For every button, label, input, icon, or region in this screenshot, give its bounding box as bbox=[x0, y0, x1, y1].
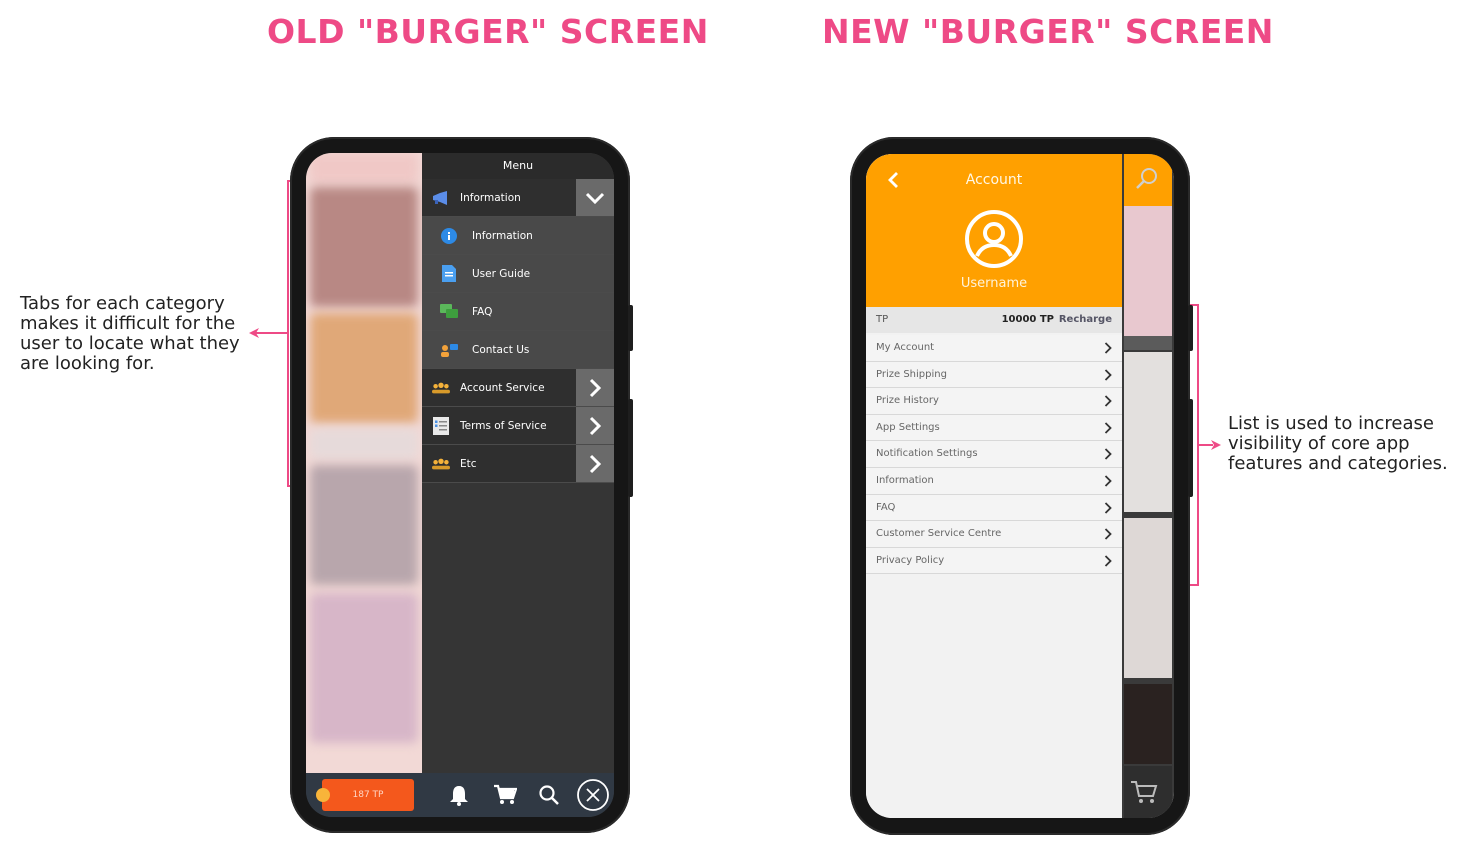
category-label: Account Service bbox=[460, 381, 545, 394]
left-bracket-side bbox=[287, 180, 289, 487]
group-icon bbox=[432, 456, 450, 472]
old-phone-frame: Menu Information Information User Guide … bbox=[290, 137, 633, 833]
megaphone-icon bbox=[432, 190, 450, 206]
blurred-background-content bbox=[306, 153, 422, 773]
cart-icon[interactable] bbox=[1130, 780, 1158, 806]
old-bottom-bar: 187 TP bbox=[306, 773, 614, 817]
category-etc[interactable]: Etc bbox=[422, 445, 614, 483]
account-panel: Account Username TP 10000 TP Recharge My… bbox=[866, 154, 1122, 818]
list-item-label: Privacy Policy bbox=[876, 554, 945, 566]
phone-side-button bbox=[628, 399, 633, 497]
list-item-customer-service-centre[interactable]: Customer Service Centre bbox=[866, 521, 1122, 548]
menu-item-label: FAQ bbox=[472, 305, 493, 318]
list-item-privacy-policy[interactable]: Privacy Policy bbox=[866, 547, 1122, 575]
chevron-right-icon bbox=[1104, 555, 1112, 567]
chevron-right-icon bbox=[1104, 395, 1112, 407]
checklist-icon bbox=[432, 416, 450, 435]
menu-item-information[interactable]: Information bbox=[422, 217, 614, 255]
category-label: Etc bbox=[460, 457, 477, 470]
chevron-right-icon bbox=[1104, 501, 1112, 514]
new-account-screen: Account Username TP 10000 TP Recharge My… bbox=[866, 154, 1174, 818]
close-icon[interactable] bbox=[576, 778, 610, 812]
recharge-link[interactable]: Recharge bbox=[1059, 314, 1112, 325]
menu-item-faq[interactable]: FAQ bbox=[422, 293, 614, 331]
account-title: Account bbox=[965, 172, 1023, 188]
list-item-label: My Account bbox=[876, 342, 935, 353]
list-item-label: Customer Service Centre bbox=[876, 528, 1002, 540]
menu-item-contact-us[interactable]: Contact Us bbox=[422, 331, 614, 369]
tp-balance-row: TP 10000 TP Recharge bbox=[866, 307, 1122, 333]
menu-item-label: Information bbox=[472, 229, 533, 242]
list-item-notification-settings[interactable]: Notification Settings bbox=[866, 441, 1122, 468]
new-screen-heading: NEW "BURGER" SCREEN bbox=[822, 12, 1274, 51]
list-item-label: FAQ bbox=[876, 501, 896, 513]
coin-icon bbox=[316, 788, 330, 802]
list-item-label: Information bbox=[876, 474, 934, 486]
new-phone-frame: Account Username TP 10000 TP Recharge My… bbox=[850, 137, 1193, 835]
group-icon bbox=[432, 380, 450, 396]
list-item-app-settings[interactable]: App Settings bbox=[866, 414, 1122, 442]
list-item-label: Prize History bbox=[876, 395, 939, 407]
chevron-right-icon bbox=[1104, 342, 1112, 354]
chevron-right-icon[interactable] bbox=[576, 407, 614, 444]
old-screen-annotation: Tabs for each category makes it difficul… bbox=[20, 293, 240, 374]
username-label: Username bbox=[960, 276, 1028, 291]
search-icon[interactable] bbox=[1134, 166, 1160, 192]
background-app-content bbox=[1122, 154, 1174, 818]
list-item-my-account[interactable]: My Account bbox=[866, 335, 1122, 362]
left-arrowhead-icon bbox=[249, 328, 259, 338]
list-item-label: App Settings bbox=[876, 421, 940, 433]
chat-icon bbox=[440, 303, 458, 320]
category-account-service[interactable]: Account Service bbox=[422, 369, 614, 407]
tp-label: TP bbox=[876, 314, 889, 325]
chevron-right-icon[interactable] bbox=[576, 369, 614, 406]
tp-value: 10000 TP bbox=[1001, 314, 1054, 325]
contact-icon bbox=[440, 342, 458, 358]
menu-item-user-guide[interactable]: User Guide bbox=[422, 255, 614, 293]
category-label: Information bbox=[460, 191, 521, 204]
menu-item-label: Contact Us bbox=[472, 343, 530, 356]
chevron-down-icon[interactable] bbox=[576, 179, 614, 216]
list-item-faq[interactable]: FAQ bbox=[866, 494, 1122, 522]
right-arrowhead-icon bbox=[1211, 440, 1221, 450]
chevron-right-icon bbox=[1104, 448, 1112, 461]
account-header: Account Username bbox=[866, 154, 1122, 307]
chevron-right-icon bbox=[1104, 422, 1112, 434]
chevron-right-icon bbox=[1104, 368, 1112, 381]
bell-icon[interactable] bbox=[446, 782, 472, 808]
menu-item-label: User Guide bbox=[472, 267, 531, 280]
list-item-label: Prize Shipping bbox=[876, 368, 947, 380]
phone-side-button bbox=[1188, 305, 1193, 351]
list-item-prize-history[interactable]: Prize History bbox=[866, 388, 1122, 415]
chevron-right-icon bbox=[1104, 528, 1112, 540]
category-terms-of-service[interactable]: Terms of Service bbox=[422, 407, 614, 445]
list-item-information[interactable]: Information bbox=[866, 467, 1122, 495]
old-menu-panel: Menu Information Information User Guide … bbox=[422, 153, 614, 773]
list-item-label: Notification Settings bbox=[876, 448, 978, 460]
old-screen-heading: OLD "BURGER" SCREEN bbox=[267, 12, 709, 51]
document-icon bbox=[440, 265, 458, 282]
phone-side-button bbox=[628, 305, 633, 351]
chevron-right-icon[interactable] bbox=[576, 445, 614, 482]
cart-icon[interactable] bbox=[492, 782, 518, 808]
chevron-right-icon bbox=[1104, 475, 1112, 487]
user-avatar-icon bbox=[965, 210, 1023, 268]
tp-balance-button[interactable]: 187 TP bbox=[316, 779, 414, 811]
tp-balance-label: 187 TP bbox=[352, 790, 384, 800]
old-menu-screen: Menu Information Information User Guide … bbox=[306, 153, 614, 817]
new-screen-annotation: List is used to increase visibility of c… bbox=[1228, 413, 1448, 474]
category-label: Terms of Service bbox=[460, 419, 547, 432]
list-item-prize-shipping[interactable]: Prize Shipping bbox=[866, 361, 1122, 389]
search-icon[interactable] bbox=[536, 782, 562, 808]
menu-title: Menu bbox=[422, 153, 614, 179]
phone-side-button bbox=[1188, 399, 1193, 497]
category-information[interactable]: Information bbox=[422, 179, 614, 217]
account-menu-list: My Account Prize Shipping Prize History … bbox=[866, 335, 1122, 575]
info-icon bbox=[440, 227, 458, 244]
